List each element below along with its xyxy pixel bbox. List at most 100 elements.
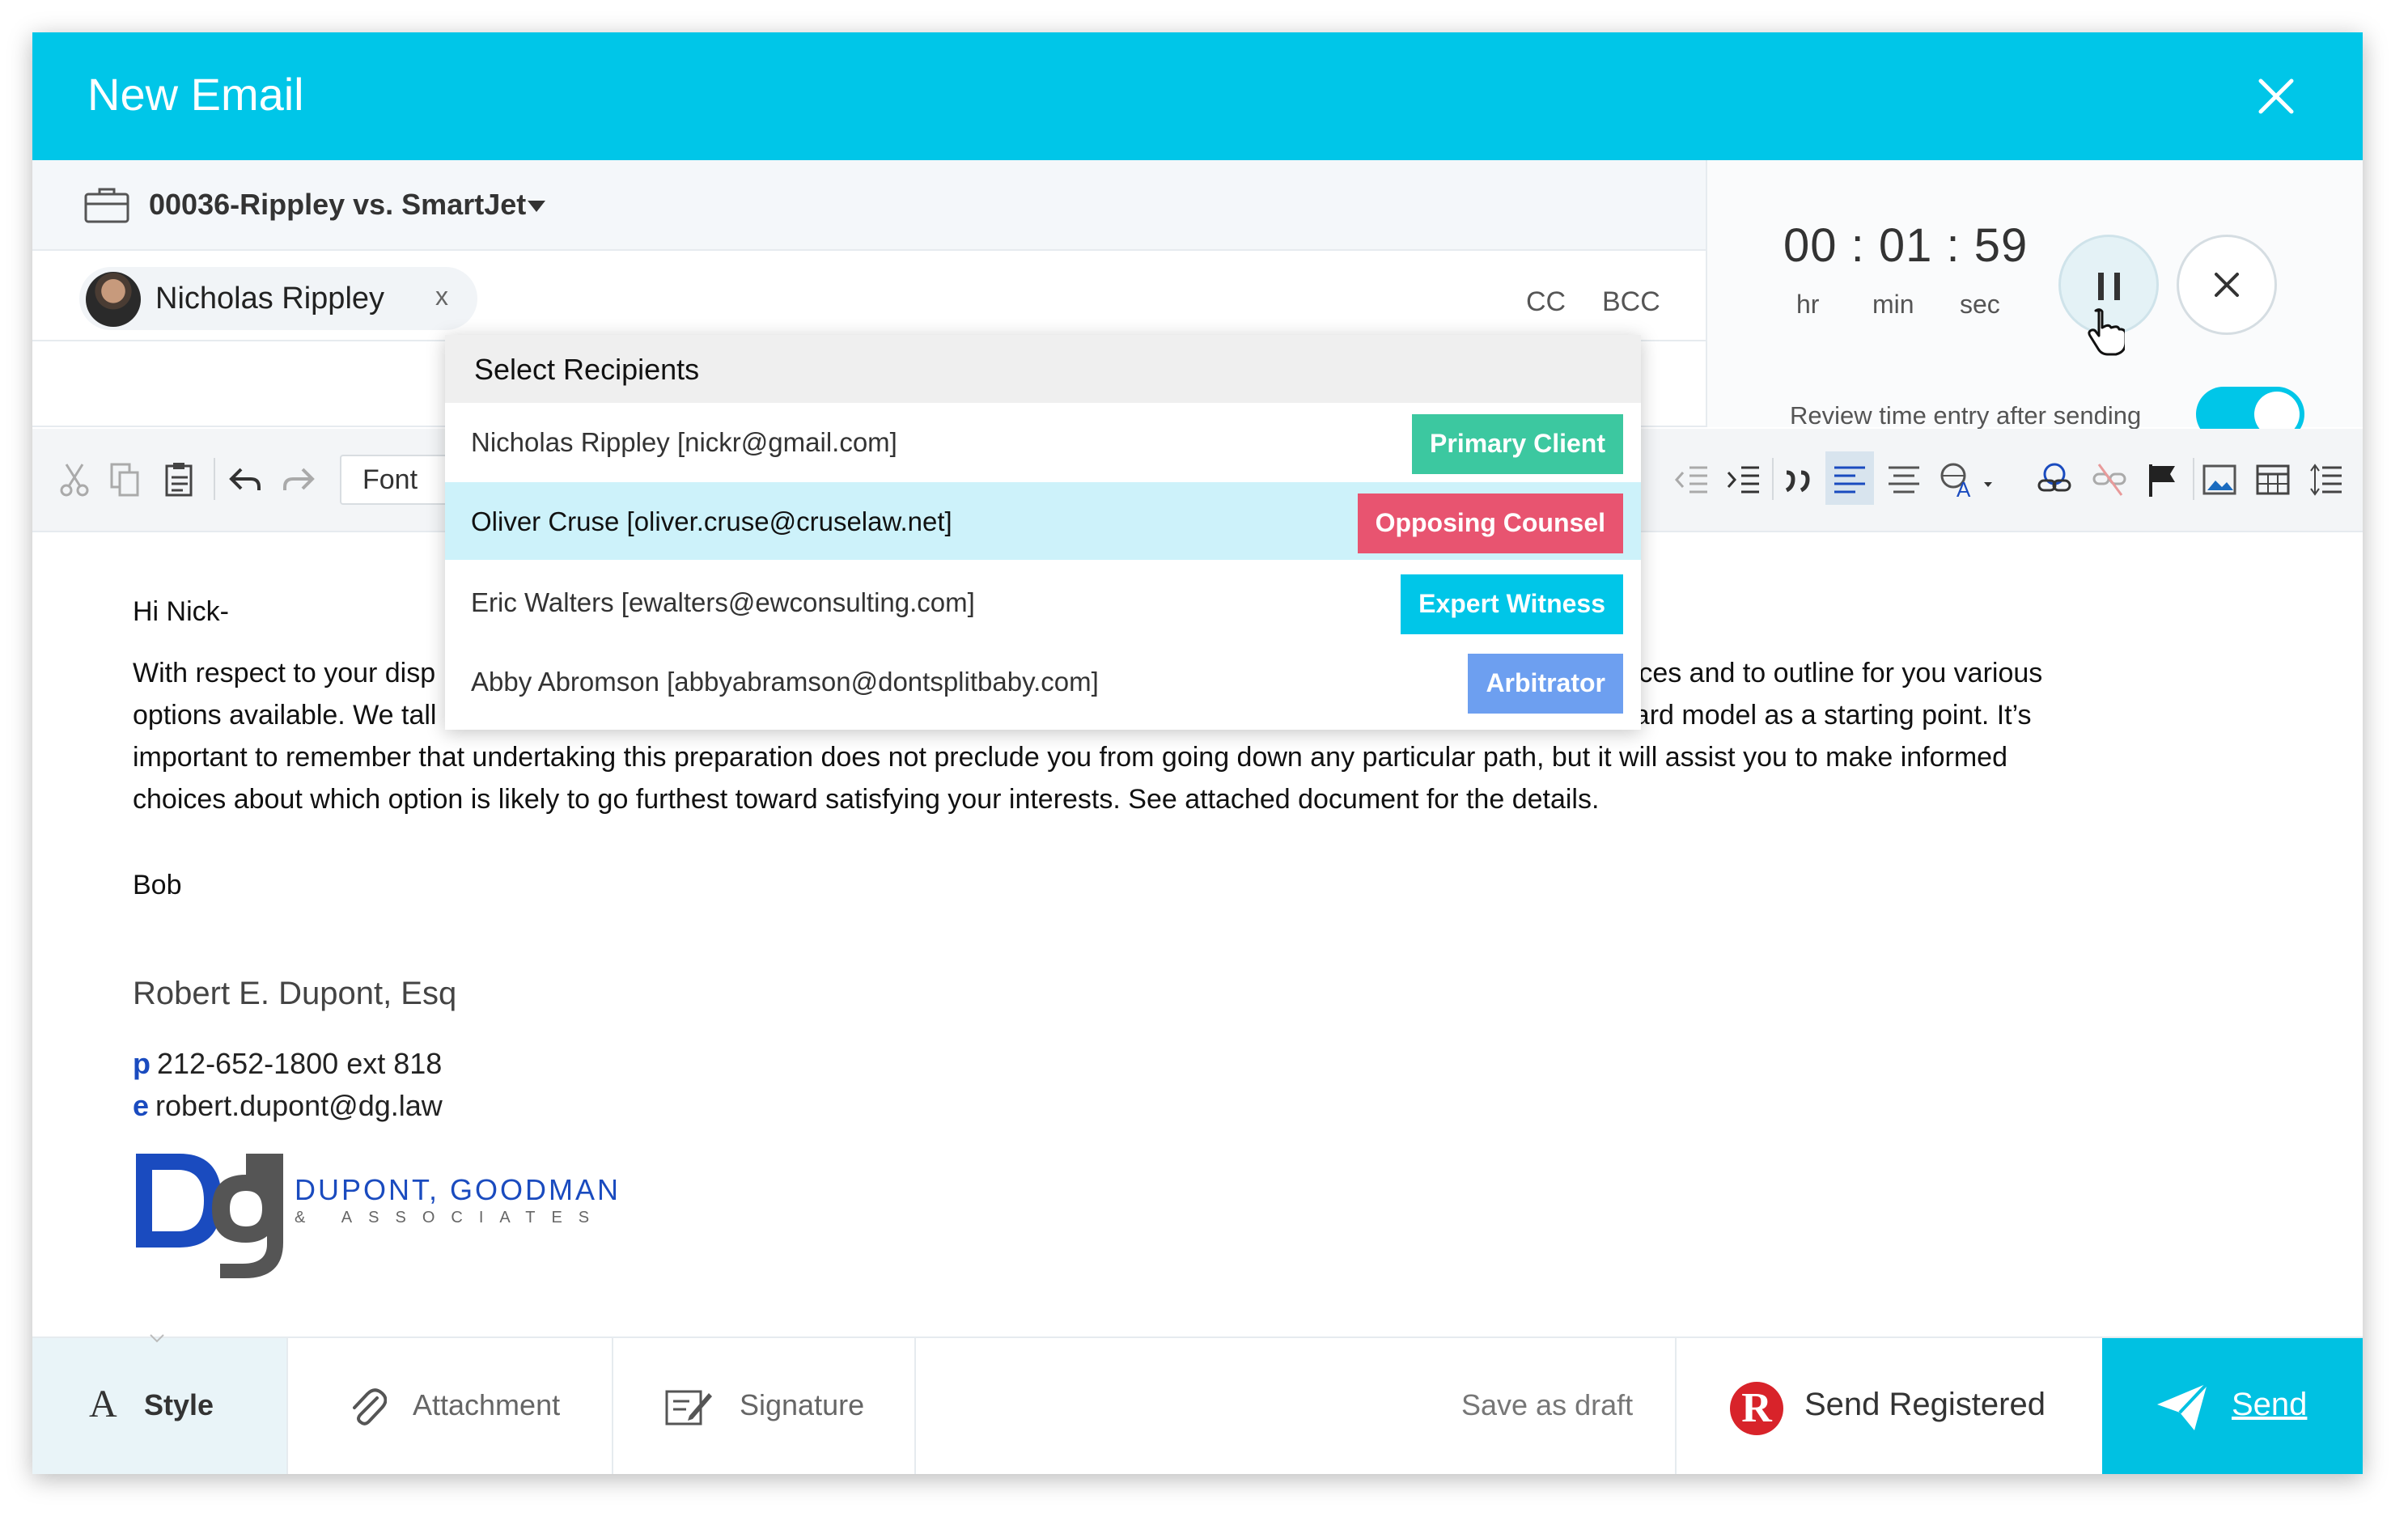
recipient-option[interactable]: Nicholas Rippley [nickr@gmail.com] Prima… [445,403,1641,481]
firm-logo: DUPONT, GOODMAN & ASSOCIATES [131,1142,633,1288]
recipient-option-label: Nicholas Rippley [nickr@gmail.com] [471,427,897,457]
outdent-icon[interactable] [1673,461,1711,498]
paper-plane-icon [2157,1382,2209,1430]
recipient-option-label: Abby Abromson [abbyabramson@dontsplitbab… [471,667,1099,697]
phone-number: 212-652-1800 ext 818 [157,1047,443,1080]
signature-icon [665,1390,712,1425]
toolbar-divider [214,458,215,500]
timer-separator: : [1851,219,1865,272]
hours-label: hr [1796,290,1820,319]
signature-phone: p 212-652-1800 ext 818 [133,1047,442,1081]
bar-divider [914,1338,916,1474]
send-label: Send [2232,1387,2308,1422]
flag-icon[interactable] [2144,461,2181,498]
chevron-down-icon[interactable] [528,201,545,212]
dropdown-title: Select Recipients [474,353,700,386]
paste-icon[interactable] [162,461,199,498]
phone-prefix: p [133,1047,150,1080]
registered-icon: R [1730,1382,1783,1435]
close-icon [2215,273,2239,297]
timer-hours: 00 [1783,219,1838,272]
bottom-action-bar: A Style Attachment Signature Save as dra… [32,1334,2363,1474]
email-address: robert.dupont@dg.law [155,1089,443,1122]
dg-logo-mark [136,1154,283,1278]
timer-seconds: 59 [1973,219,2029,272]
svg-text:A: A [1956,477,1971,498]
link-icon[interactable] [2036,461,2073,498]
body-line: choices about which option is likely to … [133,784,1600,815]
greeting: Hi Nick- [133,596,229,627]
recipient-option[interactable]: Oliver Cruse [oliver.cruse@cruselaw.net]… [445,482,1641,560]
pause-icon [2114,273,2120,300]
recipient-option[interactable]: Abby Abromson [abbyabramson@dontsplitbab… [445,642,1641,720]
language-icon[interactable]: A [1939,461,1995,498]
align-center-icon[interactable] [1885,461,1923,498]
recipient-option[interactable]: Eric Walters [ewalters@ewconsulting.com]… [445,563,1641,641]
body-line-text: rvard model as a starting point. It’s [1611,700,2032,731]
dropdown-header: Select Recipients [445,335,1641,403]
signature-button[interactable]: Signature [613,1338,914,1474]
role-badge: Arbitrator [1468,654,1623,714]
save-as-draft-button[interactable]: Save as draft [1408,1338,1715,1474]
review-time-label: Review time entry after sending [1790,401,2142,430]
style-button[interactable]: A Style [32,1334,286,1474]
recipient-option-label: Eric Walters [ewalters@ewconsulting.com] [471,587,975,617]
send-registered-label: Send Registered [1804,1387,2046,1422]
signature-email: e robert.dupont@dg.law [133,1089,443,1123]
signature-name: Robert E. Dupont, Esq [133,976,457,1011]
seconds-label: sec [1960,290,2000,319]
recipient-name: Nicholas Rippley [155,282,385,316]
pause-icon [2098,273,2104,300]
unlink-icon[interactable] [2091,461,2128,498]
email-prefix: e [133,1089,150,1122]
toolbar-divider [1772,458,1774,500]
body-line-text: nstances and to outline for you various [1571,658,2043,688]
cc-button[interactable]: CC [1526,286,1566,318]
body-line: important to remember that undertaking t… [133,742,2007,773]
toolbar-divider [2193,458,2194,500]
to-field[interactable]: Nicholas Rippley x CC BCC [32,251,1706,341]
body-line-text: With respect to your disp [133,658,436,688]
remove-recipient-button[interactable]: x [435,282,448,311]
logo-wordmark: DUPONT, GOODMAN [295,1173,621,1206]
align-left-icon[interactable] [1831,461,1868,498]
signature-label: Signature [740,1388,865,1421]
indent-icon[interactable] [1725,461,1762,498]
blockquote-icon[interactable] [1780,461,1817,498]
send-button[interactable]: Send [2102,1338,2363,1474]
logo-subtext: & ASSOCIATES [295,1209,606,1226]
timer-display: 00 : 01 : 59 [1783,218,2028,273]
close-icon[interactable] [2256,76,2296,116]
image-icon[interactable] [2201,461,2238,498]
body-line-text: options available. We tall [133,700,437,731]
copy-icon[interactable] [107,461,144,498]
role-badge: Primary Client [1412,414,1623,474]
attachment-label: Attachment [413,1388,561,1421]
paperclip-icon [353,1388,387,1425]
style-label: Style [144,1388,214,1421]
recipient-option-label: Oliver Cruse [oliver.cruse@cruselaw.net] [471,506,952,536]
avatar [86,272,141,327]
matter-name: 00036-Rippley vs. SmartJet [149,188,527,221]
briefcase-icon [84,188,129,223]
hand-cursor-icon [2088,308,2125,356]
chevron-down-icon [150,1334,164,1343]
title-bar: New Email [32,32,2363,160]
text-style-icon: A [89,1383,117,1425]
save-draft-label: Save as draft [1461,1388,1634,1421]
stop-timer-button[interactable] [2177,235,2277,335]
cut-icon[interactable] [57,461,94,498]
undo-icon[interactable] [227,461,264,498]
redo-icon[interactable] [280,461,317,498]
line-height-icon[interactable] [2308,461,2345,498]
matter-selector[interactable]: 00036-Rippley vs. SmartJet [32,160,1706,251]
timer-separator: : [1946,219,1961,272]
attachment-button[interactable]: Attachment [288,1338,612,1474]
timer-panel: 00 : 01 : 59 hr min sec Review time entr… [1706,160,2363,442]
bcc-button[interactable]: BCC [1602,286,1660,318]
recipient-chip[interactable]: Nicholas Rippley x [79,267,477,330]
table-icon[interactable] [2254,461,2291,498]
timer-minutes: 01 [1878,219,1933,272]
send-registered-button[interactable]: R Send Registered [1677,1338,2102,1474]
window-title: New Email [87,69,304,120]
